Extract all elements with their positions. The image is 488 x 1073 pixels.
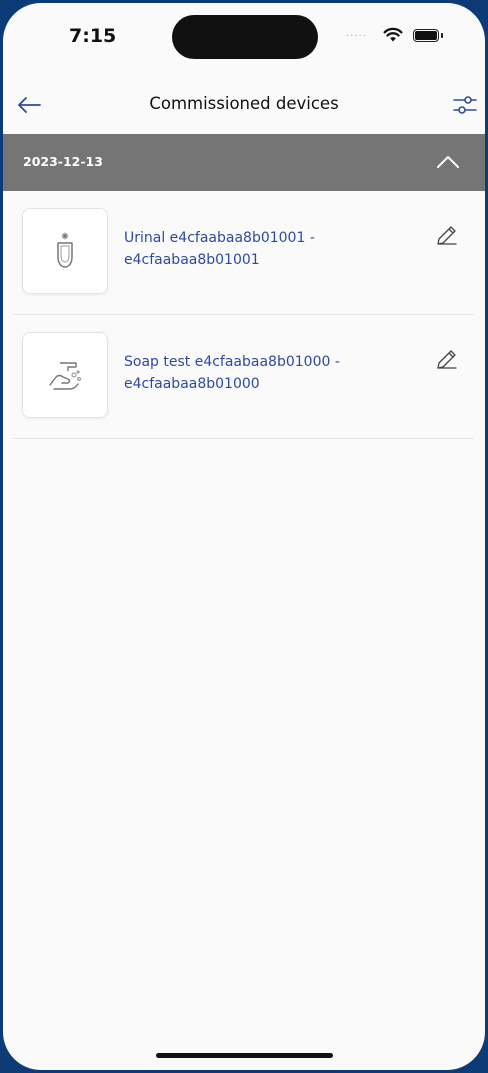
- edit-button[interactable]: [429, 217, 465, 253]
- wifi-icon: [383, 27, 403, 47]
- group-date: 2023-12-13: [23, 154, 103, 169]
- phone-screen: 7:15 ..... Commissioned devices 2023-12-…: [3, 3, 485, 1070]
- battery-icon: [413, 29, 443, 42]
- chevron-up-icon[interactable]: [435, 150, 461, 174]
- page-title: Commissioned devices: [149, 94, 339, 113]
- pencil-icon: [437, 226, 457, 245]
- device-label[interactable]: Urinal e4cfaabaa8b01001 - e4cfaabaa8b010…: [124, 227, 394, 271]
- app-header: Commissioned devices: [3, 77, 485, 133]
- device-row[interactable]: Urinal e4cfaabaa8b01001 - e4cfaabaa8b010…: [13, 191, 474, 315]
- device-thumbnail: [22, 332, 108, 418]
- sliders-icon: [453, 96, 477, 114]
- pencil-icon: [437, 350, 457, 369]
- signal-icon: .....: [346, 28, 367, 39]
- device-label[interactable]: Soap test e4cfaabaa8b01000 - e4cfaabaa8b…: [124, 351, 394, 395]
- status-bar: 7:15 .....: [3, 3, 485, 75]
- device-thumbnail: [22, 208, 108, 294]
- status-time: 7:15: [69, 25, 117, 47]
- dynamic-island: [172, 15, 318, 59]
- urinal-icon: [57, 232, 73, 268]
- home-indicator[interactable]: [156, 1053, 333, 1058]
- date-group-header[interactable]: 2023-12-13: [3, 134, 485, 191]
- edit-button[interactable]: [429, 341, 465, 377]
- soap-dispenser-icon: [49, 362, 81, 390]
- device-row[interactable]: Soap test e4cfaabaa8b01000 - e4cfaabaa8b…: [13, 315, 474, 439]
- filter-button[interactable]: [447, 87, 483, 123]
